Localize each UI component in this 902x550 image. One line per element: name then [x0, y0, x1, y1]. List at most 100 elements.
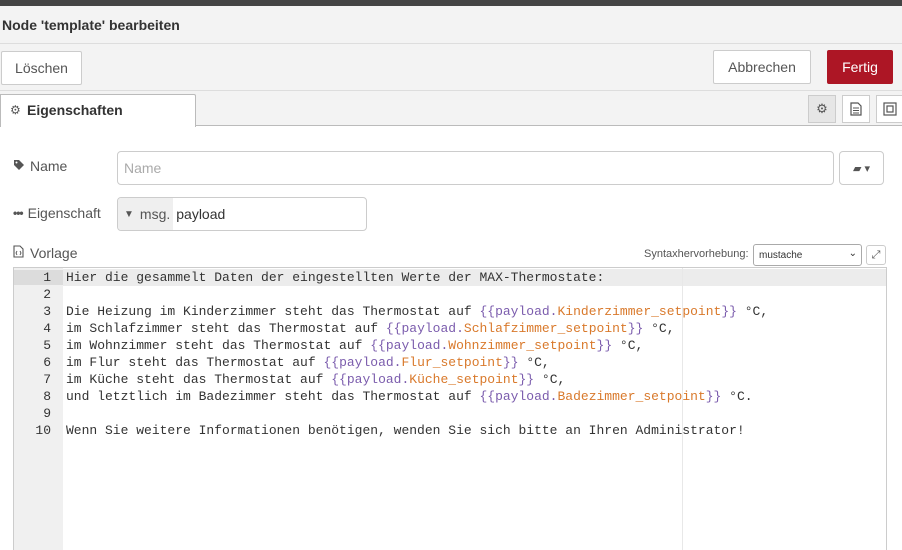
template-text: Wenn Sie weitere Informationen benötigen…	[66, 423, 745, 438]
description-tab-button[interactable]	[842, 95, 870, 123]
code-line: 10 Wenn Sie weitere Informationen benötig…	[14, 423, 886, 440]
code-text: im Flur steht das Thermostat auf {{paylo…	[66, 355, 550, 370]
template-variable: Badezimmer_setpoint	[557, 389, 706, 404]
file-code-icon	[13, 245, 25, 261]
template-delimiter: payload.	[339, 355, 402, 370]
name-input[interactable]	[117, 151, 834, 185]
cancel-button[interactable]: Abbrechen	[713, 50, 811, 84]
node-library-button[interactable]: ▰ ▾	[839, 151, 884, 185]
dialog-header: Node 'template' bearbeiten	[0, 6, 902, 44]
tab-properties[interactable]: ⚙ Eigenschaften	[0, 94, 196, 127]
book-icon: ▰	[853, 162, 862, 175]
template-delimiter: payload.	[401, 321, 464, 336]
tab-properties-label: Eigenschaften	[27, 102, 123, 118]
code-line: 2	[14, 287, 886, 304]
property-type-select[interactable]: ▼ msg.	[118, 198, 174, 230]
template-delimiter: }}	[502, 355, 519, 370]
code-text: im Küche steht das Thermostat auf {{payl…	[66, 372, 565, 387]
template-delimiter: }}	[627, 321, 644, 336]
code-line: 9	[14, 406, 886, 423]
code-text: im Schlafzimmer steht das Thermostat auf…	[66, 321, 675, 336]
code-line: 6 im Flur steht das Thermostat auf {{payl…	[14, 355, 886, 372]
ellipsis-icon: •••	[13, 206, 24, 220]
caret-down-icon: ▾	[864, 162, 870, 175]
code-text: Wenn Sie weitere Informationen benötigen…	[66, 423, 745, 438]
template-delimiter: payload.	[385, 338, 449, 353]
template-delimiter: payload.	[495, 389, 558, 404]
delete-button[interactable]: Löschen	[1, 51, 82, 85]
template-delimiter: {{	[385, 321, 402, 336]
line-number: 9	[43, 406, 51, 421]
template-text: im Küche steht das Thermostat auf	[66, 372, 332, 387]
template-variable: Wohnzimmer_setpoint	[448, 338, 597, 353]
line-number: 10	[35, 423, 51, 438]
template-delimiter: {{	[323, 355, 340, 370]
template-variable: Schlafzimmer_setpoint	[463, 321, 628, 336]
template-delimiter: {{	[479, 304, 496, 319]
syntax-highlight-select[interactable]: mustache ⌄	[753, 244, 862, 266]
dialog-button-bar: Löschen Abbrechen Fertig	[0, 44, 902, 91]
template-text: °C,	[612, 338, 644, 353]
template-text: Die Heizung im Kinderzimmer steht das Th…	[66, 304, 480, 319]
code-text: Die Heizung im Kinderzimmer steht das Th…	[66, 304, 768, 319]
line-number: 6	[43, 355, 51, 370]
gear-icon: ⚙	[10, 103, 21, 117]
chevron-down-icon: ⌄	[848, 248, 857, 259]
template-delimiter: }}	[596, 338, 613, 353]
template-delimiter: payload.	[346, 372, 410, 387]
appearance-tab-button[interactable]	[876, 95, 902, 123]
template-delimiter: payload.	[495, 304, 558, 319]
name-label: Name	[13, 158, 67, 174]
property-value[interactable]: payload	[173, 206, 225, 222]
line-number: 2	[43, 287, 51, 302]
expand-editor-button[interactable]: ⤢	[866, 245, 886, 265]
name-label-text: Name	[30, 158, 68, 174]
template-code-editor[interactable]: 1 Hier die gesammelt Daten der eingestell…	[13, 267, 887, 550]
expand-icon: ⤢	[871, 248, 881, 261]
dialog-title: Node 'template' bearbeiten	[2, 17, 180, 33]
property-label-text: Eigenschaft	[27, 205, 101, 221]
template-text: °C,	[643, 321, 675, 336]
template-variable: Küche_setpoint	[409, 372, 519, 387]
template-text: und letztlich im Badezimmer steht das Th…	[66, 389, 480, 404]
template-text: im Wohnzimmer steht das Thermostat auf	[66, 338, 371, 353]
template-text: Hier die gesammelt Daten der eingestellt…	[66, 270, 605, 285]
template-delimiter: }}	[705, 389, 722, 404]
template-label-text: Vorlage	[30, 245, 78, 261]
template-delimiter: {{	[370, 338, 386, 353]
template-label: Vorlage	[13, 245, 77, 261]
gear-icon: ⚙	[816, 101, 828, 116]
file-text-icon	[850, 102, 862, 116]
property-label: ••• Eigenschaft	[13, 205, 101, 221]
syntax-highlight-value: mustache	[759, 249, 803, 261]
line-number: 8	[43, 389, 51, 404]
template-delimiter: {{	[331, 372, 347, 387]
caret-down-icon: ▼	[124, 208, 134, 220]
code-text: im Wohnzimmer steht das Thermostat auf {…	[66, 338, 643, 353]
template-delimiter: }}	[518, 372, 535, 387]
property-type-text: msg.	[139, 206, 171, 222]
code-text: und letztlich im Badezimmer steht das Th…	[66, 389, 753, 404]
properties-tab-button[interactable]: ⚙	[808, 95, 836, 123]
property-typed-input[interactable]: ▼ msg. payload	[117, 197, 367, 231]
done-button[interactable]: Fertig	[827, 50, 893, 84]
code-line: 8 und letztlich im Badezimmer steht das T…	[14, 389, 886, 406]
template-text: im Flur steht das Thermostat auf	[66, 355, 324, 370]
line-number: 3	[43, 304, 51, 319]
code-line: 5 im Wohnzimmer steht das Thermostat auf …	[14, 338, 886, 355]
line-number: 4	[43, 321, 51, 336]
template-text: °C,	[534, 372, 566, 387]
code-line: 3 Die Heizung im Kinderzimmer steht das T…	[14, 304, 886, 321]
template-text: °C.	[721, 389, 753, 404]
tag-icon	[13, 159, 25, 174]
template-variable: Flur_setpoint	[401, 355, 503, 370]
line-number: 1	[14, 270, 63, 285]
template-text: °C,	[518, 355, 550, 370]
template-text: im Schlafzimmer steht das Thermostat auf	[66, 321, 386, 336]
template-delimiter: }}	[721, 304, 737, 319]
syntax-highlight-label: Syntaxhervorhebung:	[644, 248, 749, 260]
code-text: Hier die gesammelt Daten der eingestellt…	[66, 270, 604, 285]
line-number: 5	[43, 338, 51, 353]
code-line: 7 im Küche steht das Thermostat auf {{pay…	[14, 372, 886, 389]
code-line: 4 im Schlafzimmer steht das Thermostat au…	[14, 321, 886, 338]
